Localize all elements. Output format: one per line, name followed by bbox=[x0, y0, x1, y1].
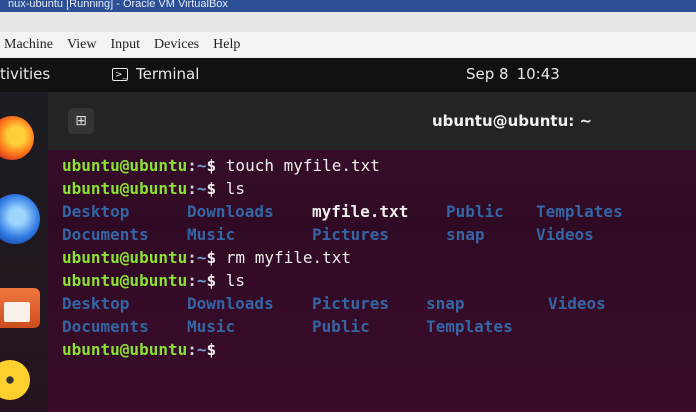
clock[interactable]: Sep 8 10:43 bbox=[466, 65, 560, 83]
dir-entry: Music bbox=[187, 317, 236, 336]
menu-input[interactable]: Input bbox=[110, 37, 140, 53]
ls-output-row: Documents Music Public Templates bbox=[62, 315, 696, 338]
new-tab-icon[interactable]: ⊞ bbox=[68, 108, 94, 134]
dir-entry: Templates bbox=[426, 317, 513, 336]
dock bbox=[0, 92, 48, 412]
dir-entry: Documents bbox=[62, 225, 149, 244]
current-prompt[interactable]: ubuntu@ubuntu:~$ bbox=[62, 338, 696, 361]
ls-output-row: Desktop Downloads myfile.txt Public Temp… bbox=[62, 200, 696, 223]
window-title: nux-ubuntu [Running] - Oracle VM Virtual… bbox=[8, 0, 228, 10]
terminal-window[interactable]: ⊞ ubuntu@ubuntu: ~ ubuntu@ubuntu:~$ touc… bbox=[48, 92, 696, 412]
window-chrome-gap bbox=[0, 12, 696, 32]
file-entry: myfile.txt bbox=[312, 202, 409, 221]
thunderbird-icon[interactable] bbox=[0, 194, 40, 244]
ls-output-row: Documents Music Pictures snap Videos bbox=[62, 223, 696, 246]
terminal-title: ubuntu@ubuntu: ~ bbox=[432, 112, 593, 130]
dir-entry: Pictures bbox=[312, 225, 390, 244]
command-text: ls bbox=[225, 179, 246, 198]
dir-entry: Desktop bbox=[62, 202, 130, 221]
dir-entry: Music bbox=[187, 225, 236, 244]
prompt-user: ubuntu@ubuntu bbox=[62, 156, 188, 175]
gnome-top-bar: tivities >_ Terminal Sep 8 10:43 bbox=[0, 58, 696, 92]
dir-entry: Downloads bbox=[187, 202, 274, 221]
files-icon[interactable] bbox=[0, 288, 40, 328]
menu-help[interactable]: Help bbox=[213, 37, 240, 53]
command-text: touch myfile.txt bbox=[225, 156, 380, 175]
menu-view[interactable]: View bbox=[67, 37, 96, 53]
command-line: ubuntu@ubuntu:~$ touch myfile.txt bbox=[62, 156, 380, 175]
dir-entry: snap bbox=[426, 294, 465, 313]
command-line: ubuntu@ubuntu:~$ ls bbox=[62, 271, 246, 290]
dir-entry: Public bbox=[312, 317, 370, 336]
dir-entry: Desktop bbox=[62, 294, 130, 313]
clock-date: Sep 8 bbox=[466, 65, 509, 83]
dir-entry: snap bbox=[446, 225, 485, 244]
app-menu-terminal[interactable]: >_ Terminal bbox=[112, 65, 199, 83]
command-line: ubuntu@ubuntu:~$ ls bbox=[62, 179, 246, 198]
dir-entry: Public bbox=[446, 202, 504, 221]
dir-entry: Videos bbox=[536, 225, 594, 244]
virtualbox-title-bar: nux-ubuntu [Running] - Oracle VM Virtual… bbox=[0, 0, 696, 12]
dir-entry: Documents bbox=[62, 317, 149, 336]
app-menu-label: Terminal bbox=[136, 65, 200, 83]
terminal-output[interactable]: ubuntu@ubuntu:~$ touch myfile.txt ubuntu… bbox=[62, 154, 696, 412]
virtualbox-menu-bar: Machine View Input Devices Help bbox=[0, 32, 696, 58]
dir-entry: Videos bbox=[548, 294, 606, 313]
command-line: ubuntu@ubuntu:~$ rm myfile.txt bbox=[62, 248, 352, 267]
terminal-header-bar[interactable]: ⊞ ubuntu@ubuntu: ~ bbox=[48, 92, 696, 150]
command-text: ls bbox=[225, 271, 246, 290]
menu-machine[interactable]: Machine bbox=[4, 37, 53, 53]
command-text: rm myfile.txt bbox=[225, 248, 352, 267]
dir-entry: Pictures bbox=[312, 294, 390, 313]
firefox-icon[interactable] bbox=[0, 116, 34, 160]
ls-output-row: Desktop Downloads Pictures snap Videos bbox=[62, 292, 696, 315]
dir-entry: Downloads bbox=[187, 294, 274, 313]
activities-button[interactable]: tivities bbox=[0, 65, 50, 83]
rhythmbox-icon[interactable] bbox=[0, 360, 30, 400]
dir-entry: Templates bbox=[536, 202, 623, 221]
menu-devices[interactable]: Devices bbox=[154, 37, 199, 53]
clock-time: 10:43 bbox=[516, 65, 560, 83]
terminal-icon: >_ bbox=[112, 67, 128, 81]
